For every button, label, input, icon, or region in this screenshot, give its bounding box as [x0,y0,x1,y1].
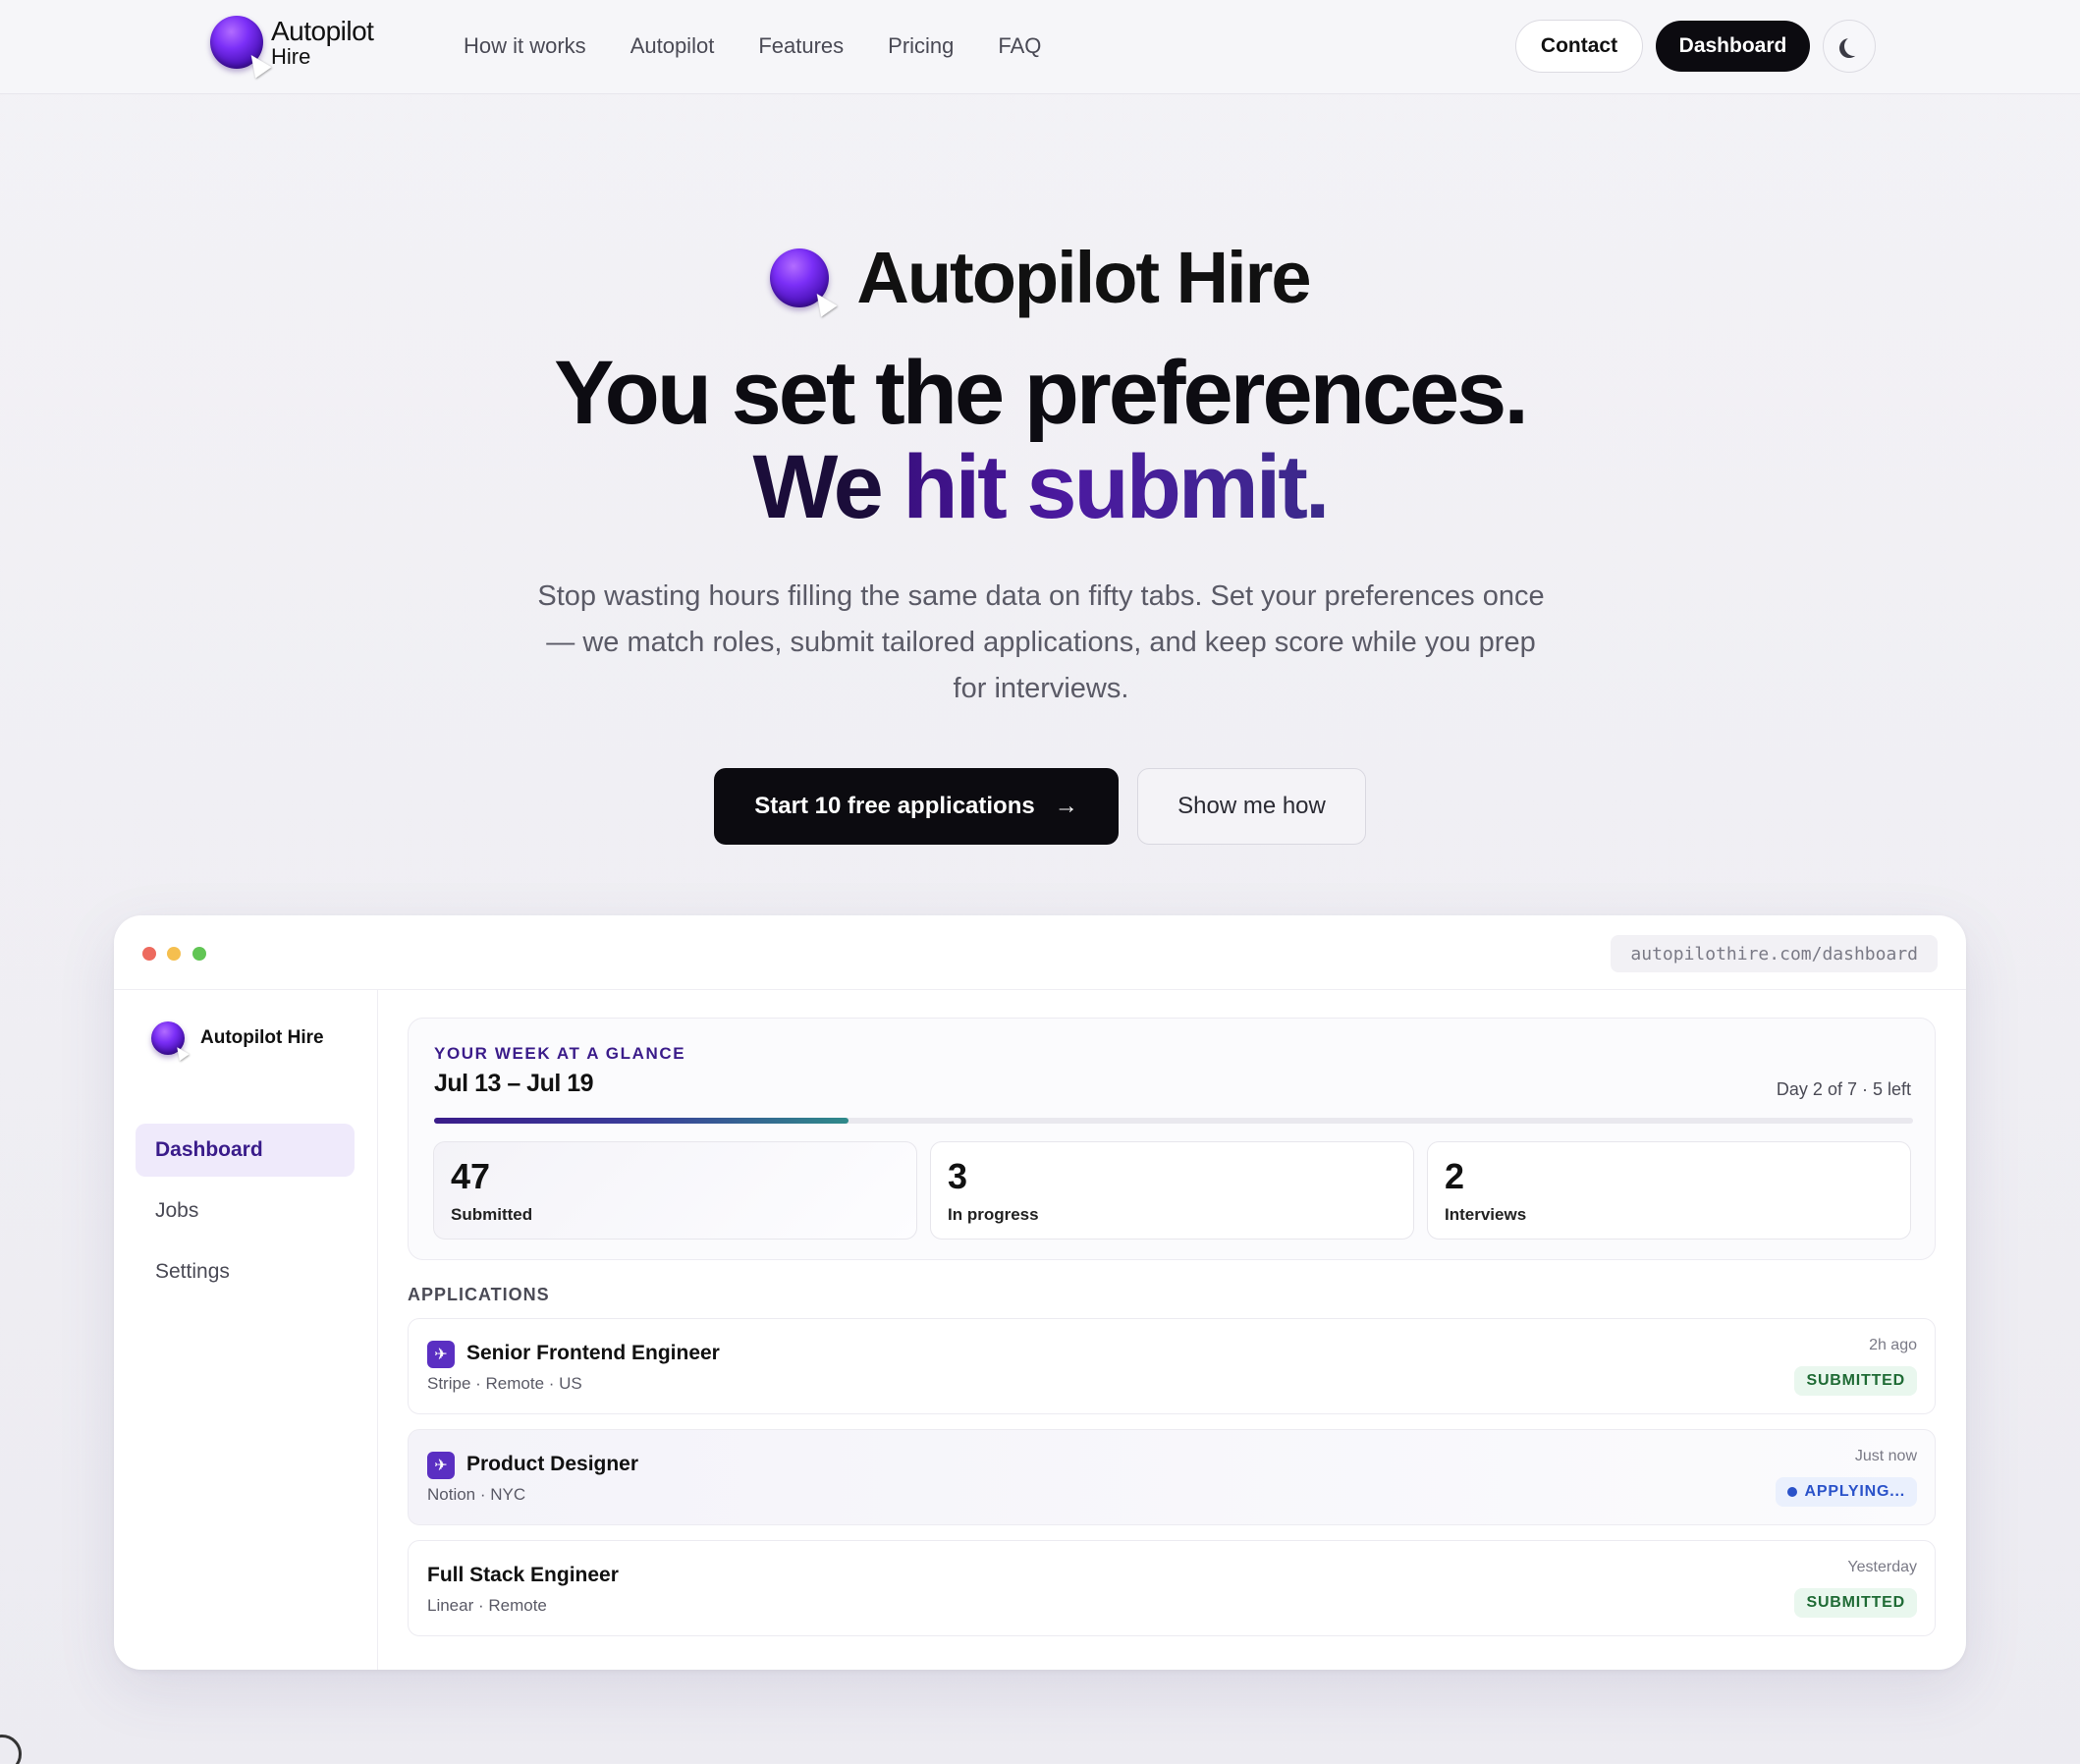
window-minimize-dot [167,947,181,961]
address-bar: autopilothire.com/dashboard [1611,935,1938,972]
week-glance-label: YOUR WEEK AT A GLANCE [434,1044,686,1063]
application-title: Product Designer [466,1453,639,1475]
nav-brand[interactable]: Autopilot Hire [210,15,374,79]
hero-subtext: Stop wasting hours filling the same data… [537,580,1545,704]
week-progress-bar [434,1118,1913,1124]
brand-name: Autopilot [271,15,374,46]
application-row[interactable]: ✈ Product Designer Notion · NYC Just now… [408,1429,1936,1525]
stat-label: In progress [948,1205,1039,1224]
status-badge: SUBMITTED [1794,1366,1917,1396]
application-row[interactable]: ✈ Senior Frontend Engineer Stripe · Remo… [408,1318,1936,1414]
application-meta: Linear · Remote [427,1596,547,1615]
status-badge-label: APPLYING... [1804,1483,1905,1500]
sidebar-logo-orb-icon [151,1021,190,1062]
app-sidebar: Autopilot Hire Dashboard Jobs Settings [114,990,378,1670]
application-meta: Stripe · Remote · US [427,1374,582,1393]
week-date-range: Jul 13 – Jul 19 [434,1070,594,1097]
application-time: Just now [1854,1448,1917,1464]
week-day-progress-text: Day 2 of 7 · 5 left [1776,1079,1911,1099]
sidebar-item-settings[interactable]: Settings [136,1245,355,1298]
hero-brand: Autopilot Hire [0,236,2080,319]
application-time: 2h ago [1869,1337,1917,1353]
application-title: Full Stack Engineer [427,1564,619,1586]
moon-icon [1844,36,1864,56]
logo-orb-icon [210,16,272,79]
status-badge: SUBMITTED [1794,1588,1917,1618]
start-free-applications-button[interactable]: Start 10 free applications → [714,768,1119,845]
top-nav: Autopilot Hire How it works Autopilot Fe… [0,0,2080,94]
stat-value: 47 [451,1156,491,1196]
application-row[interactable]: Full Stack Engineer Linear · Remote Yest… [408,1540,1936,1636]
headline-gradient-text: hit submit. [903,437,1330,537]
show-me-how-button[interactable]: Show me how [1137,768,1366,845]
stat-interviews: 2 Interviews [1427,1141,1911,1240]
brand-subname: Hire [271,43,311,69]
status-badge-label: SUBMITTED [1806,1594,1905,1611]
theme-toggle-button[interactable] [1823,20,1876,73]
sidebar-item-jobs[interactable]: Jobs [136,1185,355,1238]
corner-decoration [0,1735,22,1764]
plane-icon: ✈ [427,1452,455,1479]
hero-headline: You set the preferences. We hit submit. [0,346,2080,534]
week-progress-fill [434,1118,848,1124]
status-badge: APPLYING... [1775,1477,1917,1507]
application-meta: Notion · NYC [427,1485,526,1504]
application-title: Senior Frontend Engineer [466,1342,720,1364]
contact-button[interactable]: Contact [1515,20,1643,73]
stat-submitted: 47 Submitted [433,1141,917,1240]
nav-link-autopilot[interactable]: Autopilot [630,33,715,59]
headline-line-2: We hit submit. [0,440,2080,534]
status-badge-label: SUBMITTED [1806,1372,1905,1389]
stat-label: Interviews [1445,1205,1527,1224]
headline-we: We [752,437,884,537]
stat-label: Submitted [451,1205,533,1224]
dashboard-button[interactable]: Dashboard [1656,21,1810,72]
hero-logo-orb-icon [770,248,838,317]
arrow-right-icon: → [1054,793,1078,819]
nav-link-how-it-works[interactable]: How it works [464,33,586,59]
dashboard-preview-window: autopilothire.com/dashboard Autopilot Hi… [114,915,1966,1670]
applications-heading: APPLICATIONS [408,1285,550,1304]
nav-link-pricing[interactable]: Pricing [888,33,954,59]
dashboard-main: YOUR WEEK AT A GLANCE Jul 13 – Jul 19 Da… [378,990,1966,1670]
pulse-dot-icon [1786,1487,1797,1497]
week-glance-card: YOUR WEEK AT A GLANCE Jul 13 – Jul 19 Da… [408,1018,1936,1260]
stat-in-progress: 3 In progress [930,1141,1414,1240]
stat-value: 3 [948,1156,968,1196]
window-close-dot [142,947,156,961]
nav-link-faq[interactable]: FAQ [998,33,1041,59]
cta-primary-label: Start 10 free applications [754,793,1035,819]
sidebar-brand-name: Autopilot Hire [200,1027,324,1048]
window-maximize-dot [192,947,206,961]
hero-brand-name: Autopilot Hire [856,237,1311,318]
sidebar-brand: Autopilot Hire [151,1021,324,1062]
nav-links: How it works Autopilot Features Pricing … [464,33,1041,59]
plane-icon: ✈ [427,1341,455,1368]
sidebar-item-dashboard[interactable]: Dashboard [136,1124,355,1177]
headline-line-1: You set the preferences. [554,343,1529,443]
nav-link-features[interactable]: Features [758,33,844,59]
application-time: Yesterday [1847,1559,1917,1575]
window-titlebar: autopilothire.com/dashboard [114,915,1966,990]
stat-value: 2 [1445,1156,1465,1196]
